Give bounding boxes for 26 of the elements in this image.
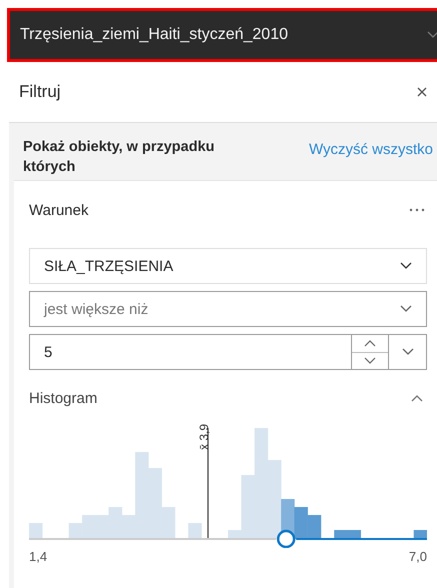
value-input[interactable]: 5 <box>29 334 351 370</box>
chevron-down-icon <box>402 348 414 356</box>
operator-dropdown[interactable]: jest większe niż <box>29 291 427 327</box>
min-label: 1,4 <box>29 549 48 564</box>
chevron-up-icon <box>411 394 423 402</box>
mean-label: x̄ 3,9 <box>197 424 211 450</box>
histogram-bar <box>29 523 43 539</box>
chevron-down-icon <box>400 262 412 270</box>
max-label: 7,0 <box>408 549 427 564</box>
panel-title: Filtruj <box>19 82 61 102</box>
close-button[interactable] <box>415 85 429 99</box>
filter-heading: Pokaż obiekty, w przypadku których <box>23 138 216 176</box>
chevron-down-icon <box>400 305 412 313</box>
value-dropdown-button[interactable] <box>389 334 427 370</box>
field-dropdown[interactable]: SIŁA_TRZĘSIENIA <box>29 248 427 284</box>
chevron-down-icon <box>364 357 376 364</box>
chevron-up-icon <box>364 340 376 347</box>
histogram-bar <box>188 523 202 539</box>
layer-selector[interactable]: Trzęsienia_ziemi_Haiti_styczeń_2010 <box>7 8 437 62</box>
histogram-bar <box>294 507 308 539</box>
condition-title: Warunek <box>29 202 88 218</box>
chevron-down-icon <box>427 31 437 39</box>
slider-thumb[interactable] <box>276 530 296 548</box>
more-icon <box>409 208 425 212</box>
histogram-bar <box>308 515 322 539</box>
histogram-title: Histogram <box>29 390 98 406</box>
